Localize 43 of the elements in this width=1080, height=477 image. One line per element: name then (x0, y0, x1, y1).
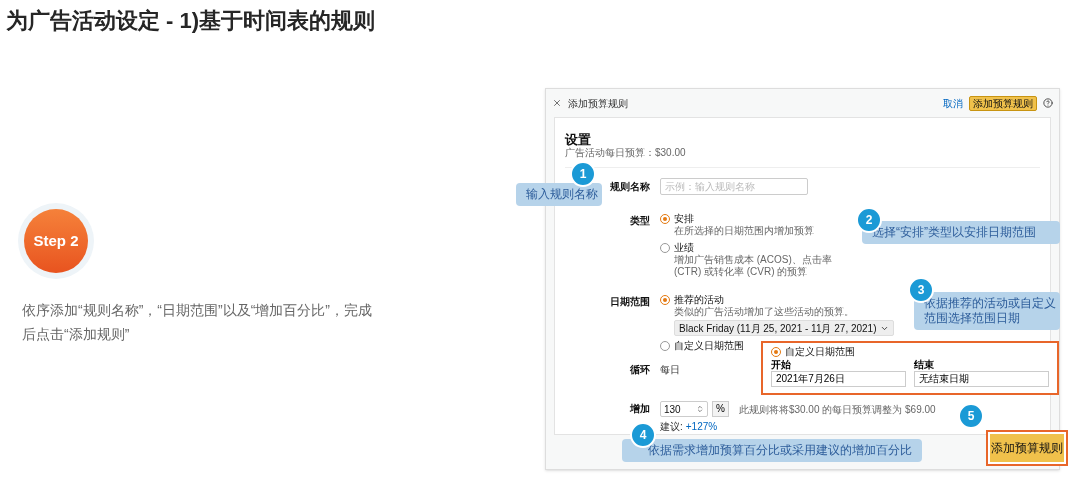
dialog-title: 添加预算规则 (568, 96, 628, 111)
end-label: 结束 (914, 359, 935, 371)
budget-summary: 此规则将将$30.00 的每日预算调整为 $69.00 (738, 402, 936, 417)
callout-label: 输入规则名称 (516, 183, 602, 206)
radio-button[interactable] (660, 295, 670, 305)
stepper-icon[interactable] (696, 405, 704, 413)
suggestion-link[interactable]: +127% (685, 419, 718, 434)
recurrence-value: 每日 (660, 363, 680, 377)
option-label: 安排 (674, 213, 695, 225)
radio-button[interactable] (771, 347, 781, 357)
radio-button[interactable] (660, 214, 670, 224)
field-label: 循环 (630, 363, 650, 377)
option-label: 推荐的活动 (674, 294, 725, 306)
option-label: 自定义日期范围 (785, 346, 855, 358)
radio-button[interactable] (660, 243, 670, 253)
add-rule-button[interactable]: 添加预算规则 (969, 95, 1037, 111)
field-label: 日期范围 (610, 295, 650, 309)
rule-name-field[interactable]: 示例：输入规则名称 (660, 178, 808, 195)
percent-field[interactable]: 130 (660, 401, 708, 417)
start-date-field[interactable]: 2021年7月26日 (771, 371, 906, 387)
budget-text: 广告活动每日预算：$30.00 (565, 147, 687, 159)
slide-title: 为广告活动设定 - 1)基于时间表的规则 (6, 7, 376, 35)
help-icon[interactable] (1043, 98, 1053, 108)
add-rule-button[interactable]: 添加预算规则 (986, 430, 1068, 466)
cancel-link[interactable]: 取消 (943, 95, 963, 111)
field-label: 增加 (630, 402, 650, 416)
step-description: 依序添加“规则名称”，“日期范围”以及“增加百分比”，完成后点击“添加规则” (22, 301, 373, 344)
option-description: 增加广告销售成本 (ACOS)、点击率 (CTR) 或转化率 (CVR) 的预算 (674, 254, 833, 278)
section-heading: 设置 (565, 132, 592, 147)
percent-unit: % (712, 401, 729, 417)
radio-button[interactable] (660, 341, 670, 351)
field-label: 规则名称 (610, 180, 650, 194)
option-description: 在所选择的日期范围内增加预算 (674, 225, 814, 237)
option-label: 业绩 (674, 242, 695, 254)
event-dropdown[interactable]: Black Friday (11月 25, 2021 - 11月 27, 2021) (674, 320, 894, 336)
start-label: 开始 (771, 359, 792, 371)
option-description: 类似的广告活动增加了这些活动的预算。 (674, 306, 855, 318)
field-label: 类型 (630, 214, 650, 228)
close-icon[interactable] (552, 98, 562, 108)
suggestion-label: 建议: (660, 420, 683, 434)
step-badge: Step 2 (24, 209, 88, 273)
end-date-field[interactable]: 无结束日期 (914, 371, 1049, 387)
option-label: 自定义日期范围 (674, 340, 744, 352)
